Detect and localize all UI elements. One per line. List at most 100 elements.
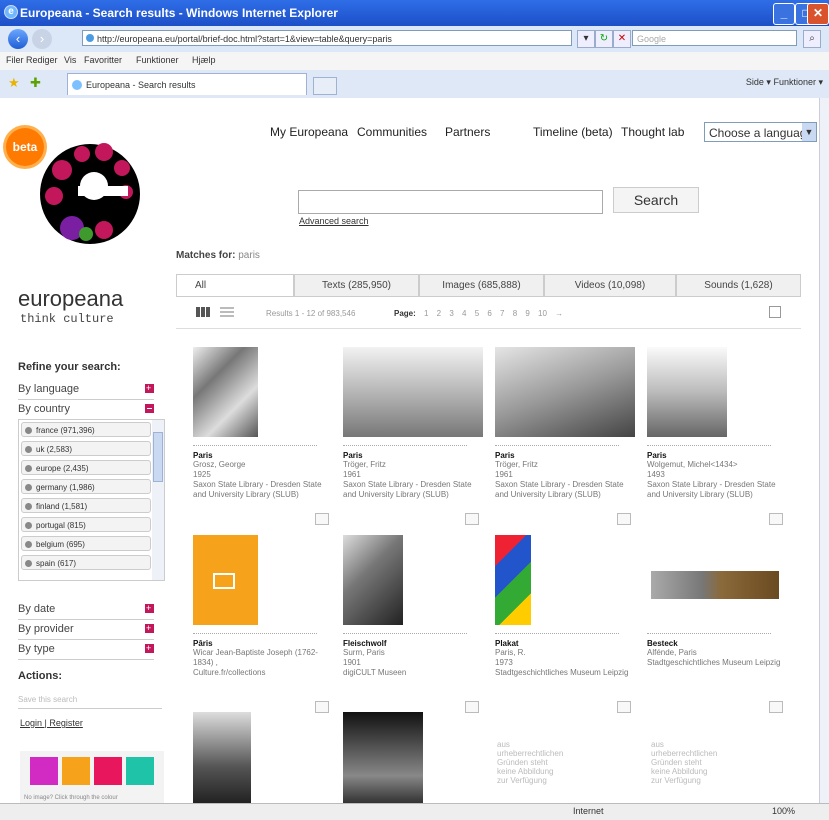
country-germany[interactable]: germany (1,986)	[21, 479, 151, 494]
web-page: beta europeana think culture My European…	[0, 98, 819, 803]
promo-banner[interactable]: No image? Click through the colour	[20, 751, 164, 803]
grid-view-icon[interactable]	[196, 307, 210, 317]
browser-tab[interactable]: Europeana - Search results	[67, 73, 307, 95]
expand-icon[interactable]	[145, 598, 154, 618]
result-thumbnail[interactable]	[651, 571, 779, 599]
result-title[interactable]: Paris	[343, 451, 363, 460]
nav-partners[interactable]: Partners	[445, 125, 490, 139]
address-input[interactable]: http://europeana.eu/portal/brief-doc.htm…	[82, 30, 572, 46]
result-thumbnail[interactable]	[193, 535, 258, 625]
toolbar-right-commands[interactable]: Side ▾ Funktioner ▾	[746, 77, 823, 88]
stop-icon[interactable]: ✕	[613, 30, 631, 48]
result-title[interactable]: Besteck	[647, 639, 678, 648]
menu-filer[interactable]: Filer	[6, 55, 24, 65]
result-title[interactable]: Paris	[495, 451, 515, 460]
result-card[interactable]: Besteck Alfénde, Paris Stadtgeschichtlic…	[647, 535, 787, 715]
search-input[interactable]	[298, 190, 603, 214]
forward-arrow-icon[interactable]: ›	[32, 29, 52, 49]
brand-name: europeana	[18, 286, 124, 311]
facet-provider[interactable]: By provider	[18, 618, 154, 640]
result-card[interactable]: Paris Grosz, George 1925 Saxon State Lib…	[193, 347, 333, 527]
facet-date[interactable]: By date	[18, 598, 154, 620]
facet-type[interactable]: By type	[18, 638, 154, 660]
tab-sounds[interactable]: Sounds (1,628)	[676, 274, 801, 296]
result-card[interactable]: Paris Tröger, Fritz 1961 Saxon State Lib…	[343, 347, 483, 527]
menu-hjaelp[interactable]: Hjælp	[192, 55, 216, 65]
nav-thought-lab[interactable]: Thought lab	[621, 125, 684, 139]
nav-communities[interactable]: Communities	[357, 125, 427, 139]
login-register-link[interactable]: Login | Register	[20, 718, 83, 728]
country-spain[interactable]: spain (617)	[21, 555, 151, 570]
result-title[interactable]: Paris	[647, 451, 667, 460]
actions-title: Actions:	[18, 670, 62, 682]
address-dropdown-icon[interactable]: ▾	[577, 30, 595, 48]
save-search-action[interactable]: Save this search	[18, 692, 162, 709]
country-uk[interactable]: uk (2,583)	[21, 441, 151, 456]
menu-favoritter[interactable]: Favoritter	[84, 55, 122, 65]
tab-texts[interactable]: Texts (285,950)	[294, 274, 419, 296]
result-thumbnail[interactable]	[343, 535, 403, 625]
result-card[interactable]: Fleischwolf Surm, Paris 1901 digiCULT Mu…	[343, 535, 483, 715]
language-select[interactable]: Choose a language ▼	[704, 122, 817, 142]
result-thumbnail[interactable]	[193, 712, 251, 803]
close-button[interactable]: ✕	[807, 3, 829, 25]
result-meta: Surm, Paris 1901 digiCULT Museen	[343, 648, 483, 678]
scroll-thumb[interactable]	[153, 432, 163, 482]
minimize-button[interactable]: _	[773, 3, 795, 25]
favorites-star-icon[interactable]: ★	[8, 75, 20, 91]
country-portugal[interactable]: portugal (815)	[21, 517, 151, 532]
back-arrow-icon[interactable]: ‹	[8, 29, 28, 49]
country-finland[interactable]: finland (1,581)	[21, 498, 151, 513]
list-view-icon[interactable]	[220, 307, 234, 317]
search-go-icon[interactable]: ⌕	[803, 30, 821, 48]
advanced-search-link[interactable]: Advanced search	[299, 216, 369, 226]
country-france[interactable]: france (971,396)	[21, 422, 151, 437]
menu-vis[interactable]: Vis	[64, 55, 76, 65]
result-title[interactable]: Paris	[193, 451, 213, 460]
result-thumbnail[interactable]	[343, 347, 483, 437]
result-meta: Wolgemut, Michel<1434> 1493 Saxon State …	[647, 460, 787, 500]
tab-all[interactable]: All	[176, 274, 294, 296]
result-title[interactable]: Pâris	[193, 639, 213, 648]
result-card[interactable]: Plakat Paris, R. 1973 Stadtgeschichtlich…	[495, 535, 635, 715]
tab-images[interactable]: Images (685,888)	[419, 274, 544, 296]
facet-label: By country	[18, 403, 70, 415]
result-thumbnail[interactable]	[647, 347, 727, 437]
expand-icon[interactable]	[145, 618, 154, 638]
country-list-scrollbar[interactable]	[152, 420, 164, 580]
result-thumbnail[interactable]	[343, 712, 423, 803]
result-thumbnail[interactable]	[193, 347, 258, 437]
expand-icon[interactable]	[145, 638, 154, 658]
pagination[interactable]: 1 2 3 4 5 6 7 8 9 10 →	[424, 309, 563, 318]
result-card[interactable]: Paris Wolgemut, Michel<1434> 1493 Saxon …	[647, 347, 787, 527]
print-icon[interactable]	[769, 306, 781, 318]
facet-country[interactable]: By country	[18, 399, 154, 420]
refresh-icon[interactable]: ↻	[595, 30, 613, 48]
collapse-icon[interactable]	[145, 404, 154, 413]
country-europe[interactable]: europe (2,435)	[21, 460, 151, 475]
result-thumbnail[interactable]	[495, 535, 531, 625]
menu-rediger[interactable]: Rediger	[26, 55, 58, 65]
result-thumbnail[interactable]	[495, 347, 635, 437]
result-card[interactable]: Paris Tröger, Fritz 1961 Saxon State Lib…	[495, 347, 635, 527]
result-title[interactable]: Fleischwolf	[343, 639, 387, 648]
nav-timeline[interactable]: Timeline (beta)	[533, 125, 613, 139]
add-favorite-icon[interactable]: ✚	[30, 75, 41, 91]
result-title[interactable]: Plakat	[495, 639, 519, 648]
search-button[interactable]: Search	[613, 187, 699, 213]
expand-icon[interactable]	[145, 378, 154, 398]
country-list: france (971,396) uk (2,583) europe (2,43…	[18, 419, 165, 581]
zoom-level[interactable]: 100%	[772, 806, 795, 816]
facet-language[interactable]: By language	[18, 378, 154, 400]
page-scrollbar[interactable]	[819, 98, 829, 803]
result-creator: Alfénde, Paris	[647, 648, 697, 657]
nav-my-europeana[interactable]: My Europeana	[270, 125, 348, 139]
country-belgium[interactable]: belgium (695)	[21, 536, 151, 551]
tab-videos[interactable]: Videos (10,098)	[544, 274, 676, 296]
europeana-logo-icon[interactable]	[34, 130, 142, 258]
search-engine-input[interactable]: Google	[632, 30, 797, 46]
refine-title: Refine your search:	[18, 361, 121, 373]
menu-funktioner[interactable]: Funktioner	[136, 55, 179, 65]
result-card[interactable]: Pâris Wicar Jean-Baptiste Joseph (1762-1…	[193, 535, 333, 715]
new-tab-button[interactable]	[313, 77, 337, 95]
